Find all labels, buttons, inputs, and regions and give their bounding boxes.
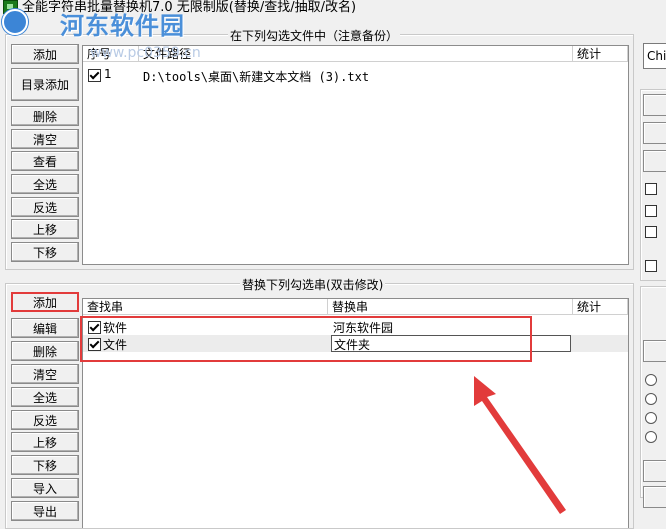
right-button-6[interactable] [643, 486, 666, 508]
column-header-path[interactable]: 文件路径 [139, 46, 573, 62]
right-button-5[interactable] [643, 460, 666, 482]
files-group-title: 在下列勾选文件中（注意备份） [228, 27, 401, 44]
right-button-3[interactable] [643, 150, 666, 172]
right-button-4[interactable] [643, 340, 666, 362]
string-add-button[interactable]: 添加 [11, 292, 79, 312]
right-radio-1[interactable] [645, 374, 657, 386]
watermark-text: 河东软件园 [60, 12, 185, 40]
file-clear-button[interactable]: 清空 [11, 129, 79, 149]
file-up-button[interactable]: 上移 [11, 219, 79, 239]
annotation-highlight-box [80, 316, 532, 362]
file-list[interactable]: 序号 文件路径 统计 1 D:\tools\桌面\新建文本文档 (3).txt [82, 45, 629, 265]
file-row-index: 1 [104, 67, 112, 81]
file-row-path: D:\tools\桌面\新建文本文档 (3).txt [143, 70, 370, 84]
string-down-button[interactable]: 下移 [11, 455, 79, 475]
right-radio-4[interactable] [645, 431, 657, 443]
right-radio-3[interactable] [645, 412, 657, 424]
file-delete-button[interactable]: 删除 [11, 106, 79, 126]
file-row-checkbox[interactable] [88, 69, 101, 82]
encoding-value: Chi [647, 49, 666, 63]
column-header-stats[interactable]: 统计 [573, 299, 628, 315]
file-down-button[interactable]: 下移 [11, 242, 79, 262]
replace-group-title: 替换下列勾选串(双击修改) [240, 276, 386, 293]
watermark-url: www.pc0359.cn [90, 45, 201, 61]
string-export-button[interactable]: 导出 [11, 501, 79, 521]
column-header-stats[interactable]: 统计 [573, 46, 628, 62]
column-header-replace[interactable]: 替换串 [328, 299, 573, 315]
file-add-button[interactable]: 添加 [11, 44, 79, 64]
right-option-checkbox-1[interactable] [645, 183, 657, 195]
right-button-1[interactable] [643, 94, 666, 116]
annotation-arrow-icon [474, 376, 566, 514]
string-import-button[interactable]: 导入 [11, 478, 79, 498]
string-edit-button[interactable]: 编辑 [11, 318, 79, 338]
string-up-button[interactable]: 上移 [11, 432, 79, 452]
file-invert-button[interactable]: 反选 [11, 197, 79, 217]
watermark-logo-icon [2, 9, 28, 35]
string-clear-button[interactable]: 清空 [11, 364, 79, 384]
right-button-2[interactable] [643, 122, 666, 144]
right-option-checkbox-3[interactable] [645, 226, 657, 238]
dir-add-button[interactable]: 目录添加 [11, 68, 79, 101]
right-radio-2[interactable] [645, 393, 657, 405]
string-invert-button[interactable]: 反选 [11, 410, 79, 430]
right-option-checkbox-2[interactable] [645, 205, 657, 217]
file-select-all-button[interactable]: 全选 [11, 174, 79, 194]
encoding-select[interactable]: Chi [643, 43, 666, 69]
file-view-button[interactable]: 查看 [11, 151, 79, 171]
right-option-checkbox-4[interactable] [645, 260, 657, 272]
string-select-all-button[interactable]: 全选 [11, 387, 79, 407]
column-header-find[interactable]: 查找串 [83, 299, 328, 315]
string-delete-button[interactable]: 删除 [11, 341, 79, 361]
